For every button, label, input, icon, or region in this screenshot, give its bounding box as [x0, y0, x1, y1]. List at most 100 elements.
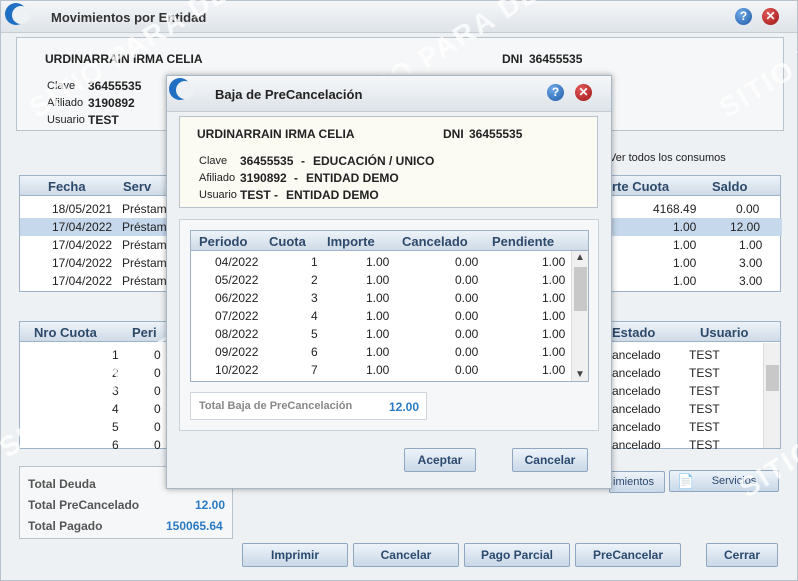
- dialog-person-info: URDINARRAIN IRMA CELIA DNI 36455535 Clav…: [179, 116, 598, 208]
- cell-importe: 1.00: [366, 309, 390, 323]
- close-icon[interactable]: ✕: [762, 8, 779, 25]
- usuario-value: TEST: [88, 113, 119, 127]
- cell-importe: 1.00: [366, 273, 390, 287]
- cell-pendiente: 1.00: [542, 255, 566, 269]
- cell-cuota: 1: [311, 255, 318, 269]
- scroll-thumb[interactable]: [574, 267, 587, 311]
- col-servicio[interactable]: Serv: [123, 179, 151, 194]
- movimientos-button[interactable]: imientos: [609, 471, 665, 493]
- aceptar-button[interactable]: Aceptar: [404, 448, 476, 472]
- cell-usuario: TEST: [689, 366, 720, 380]
- dash: -: [294, 171, 298, 185]
- col-cancelado[interactable]: Cancelado: [402, 234, 468, 249]
- cell-peri: 0: [154, 348, 161, 362]
- table-row[interactable]: 17/04/2022: [52, 256, 112, 270]
- precancelacion-grid-header: Periodo Cuota Importe Cancelado Pendient…: [191, 231, 588, 251]
- table-row[interactable]: 17/04/2022: [52, 220, 112, 234]
- table-row[interactable]: 5: [112, 420, 119, 434]
- dialog-title-bar: Baja de PreCancelación ? ✕: [167, 76, 611, 112]
- dialog-cancelar-button[interactable]: Cancelar: [512, 448, 588, 472]
- col-periodo[interactable]: Peri: [132, 325, 157, 340]
- table-row[interactable]: 08/2022 5 1.00 0.00 1.00: [191, 325, 570, 343]
- total-baja-label: Total Baja de PreCancelación: [199, 400, 353, 412]
- precancelacion-grid-scrollbar[interactable]: ▲ ▼: [571, 251, 588, 381]
- col-saldo[interactable]: Saldo: [712, 179, 747, 194]
- cell-cuota: 3: [311, 291, 318, 305]
- dash: -: [274, 188, 278, 202]
- cell-estado: ancelado: [612, 420, 661, 434]
- cuotas-grid-scrollbar[interactable]: [763, 343, 780, 448]
- table-row[interactable]: 09/2022 6 1.00 0.00 1.00: [191, 343, 570, 361]
- total-pagado-label: Total Pagado: [28, 519, 103, 533]
- cell-cuota: 2: [311, 273, 318, 287]
- cell-usuario: TEST: [689, 438, 720, 452]
- total-pagado-value: 150065.64: [166, 519, 223, 533]
- table-row[interactable]: 04/2022 1 1.00 0.00 1.00: [191, 253, 570, 271]
- cell-cancelado: 0.00: [455, 291, 479, 305]
- col-estado[interactable]: Estado: [612, 325, 655, 340]
- col-importe[interactable]: Importe: [327, 234, 375, 249]
- table-row[interactable]: 07/2022 4 1.00 0.00 1.00: [191, 307, 570, 325]
- table-row[interactable]: 1: [112, 348, 119, 362]
- total-precancelado-value: 12.00: [195, 498, 226, 512]
- imprimir-button[interactable]: Imprimir: [242, 543, 348, 567]
- pago-parcial-button[interactable]: Pago Parcial: [464, 543, 570, 567]
- col-periodo[interactable]: Periodo: [199, 234, 247, 249]
- col-importe-cuota[interactable]: rte Cuota: [612, 179, 669, 194]
- table-row[interactable]: 3: [112, 384, 119, 398]
- total-baja-box: Total Baja de PreCancelación 12.00: [190, 392, 427, 420]
- table-row[interactable]: 06/2022 3 1.00 0.00 1.00: [191, 289, 570, 307]
- cell-periodo: 10/2022: [215, 363, 259, 377]
- cell-pendiente: 1.00: [542, 273, 566, 287]
- table-row[interactable]: 17/04/2022: [52, 238, 112, 252]
- cell-peri: 0: [154, 366, 161, 380]
- col-cuota[interactable]: Cuota: [269, 234, 306, 249]
- scroll-up-icon[interactable]: ▲: [575, 252, 585, 263]
- cell-cancelado: 0.00: [455, 345, 479, 359]
- cell-cuota: 1.00: [673, 238, 697, 252]
- cell-estado: ancelado: [612, 366, 661, 380]
- cell-usuario: TEST: [689, 420, 720, 434]
- table-row[interactable]: 6: [112, 438, 119, 452]
- close-icon[interactable]: ✕: [575, 84, 592, 101]
- table-row[interactable]: 05/2022 2 1.00 0.00 1.00: [191, 271, 570, 289]
- dash: -: [301, 154, 305, 168]
- col-fecha[interactable]: Fecha: [48, 179, 86, 194]
- table-row[interactable]: 10/2022 7 1.00 0.00 1.00: [191, 361, 570, 379]
- precancelar-button[interactable]: PreCancelar: [575, 543, 681, 567]
- col-pendiente[interactable]: Pendiente: [492, 234, 554, 249]
- cell-cuota: 4168.49: [653, 202, 697, 216]
- cell-importe: 1.00: [366, 255, 390, 269]
- total-baja-value: 12.00: [389, 400, 420, 414]
- cell-periodo: 08/2022: [215, 327, 259, 341]
- cell-pendiente: 1.00: [542, 345, 566, 359]
- cell-saldo: 3.00: [739, 274, 763, 288]
- document-icon: 📄: [677, 473, 695, 489]
- cell-peri: 0: [154, 438, 161, 452]
- help-icon[interactable]: ?: [547, 84, 564, 101]
- cerrar-button[interactable]: Cerrar: [706, 543, 778, 567]
- cell-cuota: 6: [311, 345, 318, 359]
- table-row[interactable]: 17/04/2022: [52, 274, 112, 288]
- cell-cancelado: 0.00: [455, 309, 479, 323]
- cell-periodo: 07/2022: [215, 309, 259, 323]
- usuario-value: TEST: [240, 188, 271, 202]
- cell-peri: 0: [154, 402, 161, 416]
- col-nro-cuota[interactable]: Nro Cuota: [34, 325, 97, 340]
- table-row[interactable]: 18/05/2021: [52, 202, 112, 216]
- scroll-down-icon[interactable]: ▼: [575, 369, 585, 380]
- cell-peri: 0: [154, 420, 161, 434]
- ver-todos-label[interactable]: Ver todos los consumos: [609, 152, 726, 164]
- cell-serv: Préstam: [122, 256, 167, 270]
- cancelar-button[interactable]: Cancelar: [353, 543, 459, 567]
- clave-label: Clave: [199, 155, 228, 167]
- baja-precancelacion-dialog: Baja de PreCancelación ? ✕ URDINARRAIN I…: [166, 75, 612, 489]
- help-icon[interactable]: ?: [735, 8, 752, 25]
- table-row[interactable]: 4: [112, 402, 119, 416]
- window-title: Movimientos por Entidad: [51, 10, 207, 25]
- table-row[interactable]: 2: [112, 366, 119, 380]
- cell-estado: ancelado: [612, 402, 661, 416]
- scroll-thumb[interactable]: [766, 365, 779, 391]
- clave-value: 36455535: [240, 154, 294, 168]
- col-usuario[interactable]: Usuario: [700, 325, 748, 340]
